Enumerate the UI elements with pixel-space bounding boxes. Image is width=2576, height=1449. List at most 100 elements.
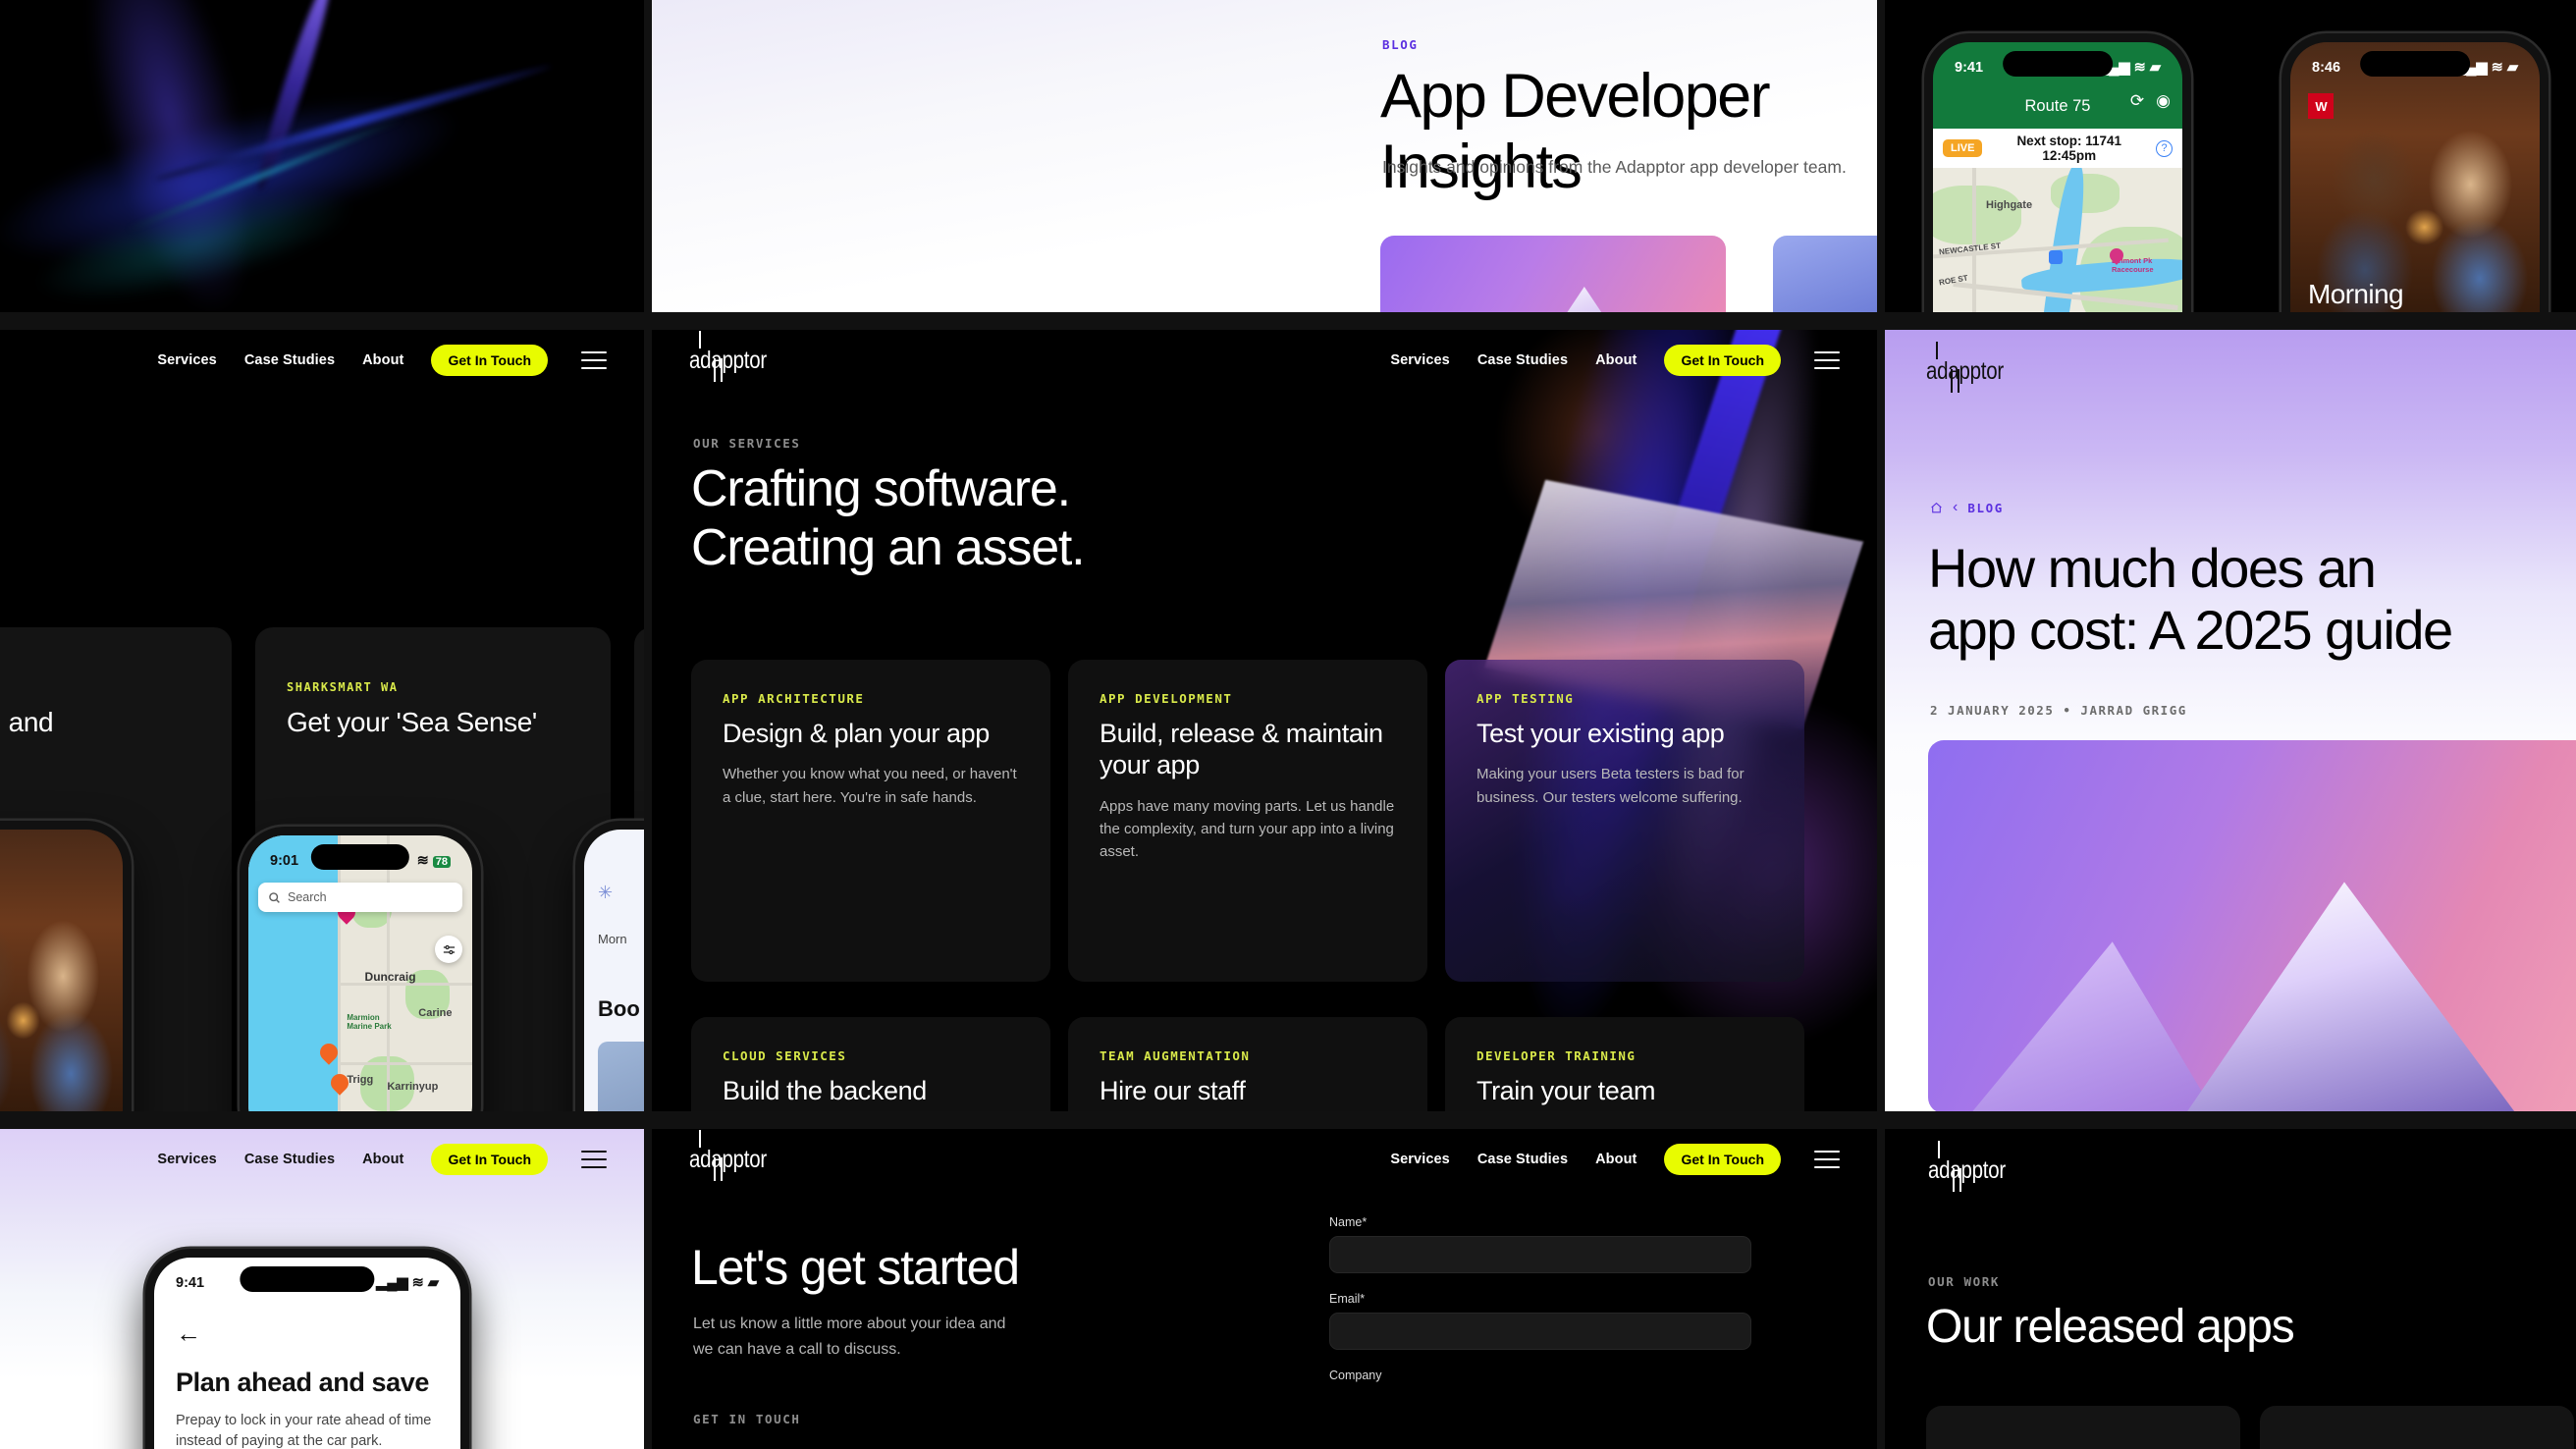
- service-title: Build, release & maintain your app: [1100, 719, 1383, 780]
- contact-eyebrow: GET IN TOUCH: [693, 1412, 801, 1426]
- get-in-touch-button[interactable]: Get In Touch: [1664, 1144, 1781, 1175]
- get-in-touch-button[interactable]: Get In Touch: [431, 345, 548, 376]
- map-label: Duncraig: [364, 970, 416, 985]
- company-field-label: Company: [1329, 1368, 1382, 1382]
- contact-form: Name* Email* Company: [1329, 1215, 1751, 1389]
- work-card[interactable]: [2260, 1406, 2574, 1449]
- search-placeholder: Search: [288, 890, 327, 904]
- service-label: APP ARCHITECTURE: [723, 691, 865, 706]
- article-hero-image: [1928, 740, 2576, 1111]
- nav-link-services[interactable]: Services: [1390, 352, 1449, 368]
- brand-logo-icon: W: [2308, 93, 2334, 119]
- nav-link-case-studies[interactable]: Case Studies: [1477, 1152, 1568, 1167]
- service-card[interactable]: APP TESTING Test your existing app Makin…: [1445, 660, 1804, 982]
- blog-card-list: [1380, 236, 1877, 312]
- service-card[interactable]: APP ARCHITECTURE Design & plan your app …: [691, 660, 1050, 982]
- prepay-body: Prepay to lock in your rate ahead of tim…: [176, 1413, 432, 1449]
- service-label: CLOUD SERVICES: [723, 1048, 847, 1063]
- nav-link-about[interactable]: About: [1595, 352, 1637, 368]
- nav-link-about[interactable]: About: [362, 352, 403, 368]
- screenshot-grid: BLOG App Developer Insights Insights and…: [0, 0, 2576, 1449]
- panel-services: adapptor Services Case Studies About Get…: [652, 330, 1877, 1111]
- service-body: Making your users Beta testers is bad fo…: [1476, 766, 1744, 806]
- get-in-touch-button[interactable]: Get In Touch: [431, 1144, 548, 1175]
- service-card[interactable]: TEAM AUGMENTATION Hire our staff: [1068, 1017, 1427, 1111]
- nav-link-about[interactable]: About: [362, 1152, 403, 1167]
- contact-body: Let us know a little more about your ide…: [693, 1315, 1006, 1359]
- nav-link-case-studies[interactable]: Case Studies: [244, 1152, 335, 1167]
- map-search-phone: Duncraig Carine Trigg Karrinyup Marmion M…: [240, 827, 481, 1111]
- help-icon[interactable]: ?: [2156, 139, 2173, 157]
- service-title: Design & plan your app: [723, 719, 990, 748]
- work-title: Our released apps: [1926, 1301, 2295, 1353]
- nav-link-about[interactable]: About: [1595, 1152, 1637, 1167]
- name-field[interactable]: [1329, 1236, 1751, 1273]
- service-title: Build the backend: [723, 1076, 927, 1105]
- search-icon: [269, 891, 280, 903]
- navbar: adapptor Services Case Studies About Get…: [652, 330, 1877, 391]
- arrow-left-icon[interactable]: ←: [176, 1318, 201, 1349]
- adapptor-logo[interactable]: adapptor: [1926, 342, 2020, 393]
- service-label: TEAM AUGMENTATION: [1100, 1048, 1251, 1063]
- adapptor-logo[interactable]: adapptor: [1928, 1141, 2022, 1192]
- nav-link-services[interactable]: Services: [157, 1152, 216, 1167]
- hamburger-icon[interactable]: [1814, 351, 1840, 369]
- account-icon[interactable]: ◉: [2156, 91, 2171, 111]
- map-label: Marmion Marine Park: [347, 1012, 392, 1031]
- transit-header-icons[interactable]: ⟳ ◉: [2130, 91, 2171, 111]
- nav-link-case-studies[interactable]: Case Studies: [1477, 352, 1568, 368]
- greeting-text: Morn: [598, 932, 627, 946]
- food-app-phone-partial: her: [0, 821, 132, 1111]
- service-card[interactable]: DEVELOPER TRAINING Train your team: [1445, 1017, 1804, 1111]
- service-card[interactable]: CLOUD SERVICES Build the backend: [691, 1017, 1050, 1111]
- food-app-phone: 8:46 ▂▄▆ ≋ ▰ W Morning Christopher: [2281, 33, 2549, 312]
- hamburger-icon[interactable]: [581, 1151, 607, 1168]
- breadcrumb-blog-link[interactable]: BLOG: [1967, 501, 2004, 515]
- refresh-icon[interactable]: ⟳: [2130, 91, 2144, 111]
- status-time: 9:41: [176, 1274, 205, 1291]
- light-streak: [153, 61, 554, 185]
- section-title: Boo: [598, 996, 640, 1021]
- status-time: 8:46: [2312, 59, 2341, 76]
- service-label: APP DEVELOPMENT: [1100, 691, 1233, 706]
- case-study-title: epaying andparking: [0, 707, 54, 737]
- adapptor-logo[interactable]: adapptor: [689, 1129, 783, 1181]
- nav-link-services[interactable]: Services: [157, 352, 216, 368]
- panel-contact: adapptor Services Case Studies About Get…: [652, 1129, 1877, 1449]
- services-card-grid-row2: CLOUD SERVICES Build the backend TEAM AU…: [691, 1017, 1804, 1111]
- nav-link-case-studies[interactable]: Case Studies: [244, 352, 335, 368]
- get-in-touch-button[interactable]: Get In Touch: [1664, 345, 1781, 376]
- filter-icon[interactable]: [435, 936, 462, 963]
- map-label: Highgate: [1986, 199, 2033, 211]
- loading-icon: ✳: [598, 883, 614, 902]
- article-meta: 2 JANUARY 2025 • JARRAD GRIGG: [1930, 703, 2187, 718]
- service-title: Hire our staff: [1100, 1076, 1246, 1105]
- service-title: Train your team: [1476, 1076, 1656, 1105]
- services-heading: Crafting software. Creating an asset.: [691, 460, 1086, 577]
- nav-link-services[interactable]: Services: [1390, 1152, 1449, 1167]
- logo-wordmark: adapptor: [689, 1145, 767, 1173]
- hamburger-icon[interactable]: [1814, 1151, 1840, 1168]
- logo-wordmark: adapptor: [689, 346, 767, 374]
- blog-card-thumbnail[interactable]: [1380, 236, 1726, 312]
- logo-wordmark: adapptor: [1926, 357, 2004, 385]
- search-input[interactable]: Search: [258, 883, 462, 912]
- email-field[interactable]: [1329, 1313, 1751, 1350]
- live-badge: LIVE: [1943, 139, 1983, 157]
- status-time: 9:01: [270, 852, 299, 869]
- service-title: Test your existing app: [1476, 719, 1725, 748]
- live-status-bar: LIVE Next stop: 11741 12:45pm ?: [1933, 129, 2182, 168]
- case-study-label: G APP: [0, 680, 200, 694]
- service-label: DEVELOPER TRAINING: [1476, 1048, 1637, 1063]
- adapptor-logo[interactable]: adapptor: [689, 330, 783, 382]
- work-eyebrow: OUR WORK: [1928, 1274, 2001, 1289]
- work-card[interactable]: [1926, 1406, 2240, 1449]
- transit-map[interactable]: Highgate NEWCASTLE ST ROE ST Belmont Pk R…: [1933, 168, 2182, 312]
- service-card[interactable]: APP DEVELOPMENT Build, release & maintai…: [1068, 660, 1427, 982]
- map-label: Karrinyup: [387, 1080, 439, 1093]
- hamburger-icon[interactable]: [581, 351, 607, 369]
- service-body: Whether you know what you need, or haven…: [723, 766, 1017, 806]
- panel-abstract-hero: [0, 0, 644, 312]
- blog-card-thumbnail[interactable]: [1773, 236, 1877, 312]
- transit-app-phone: 9:41 ▂▄▆ ≋ ▰ ‹ Route 75 ⟳ ◉ LIVE Next st…: [1924, 33, 2191, 312]
